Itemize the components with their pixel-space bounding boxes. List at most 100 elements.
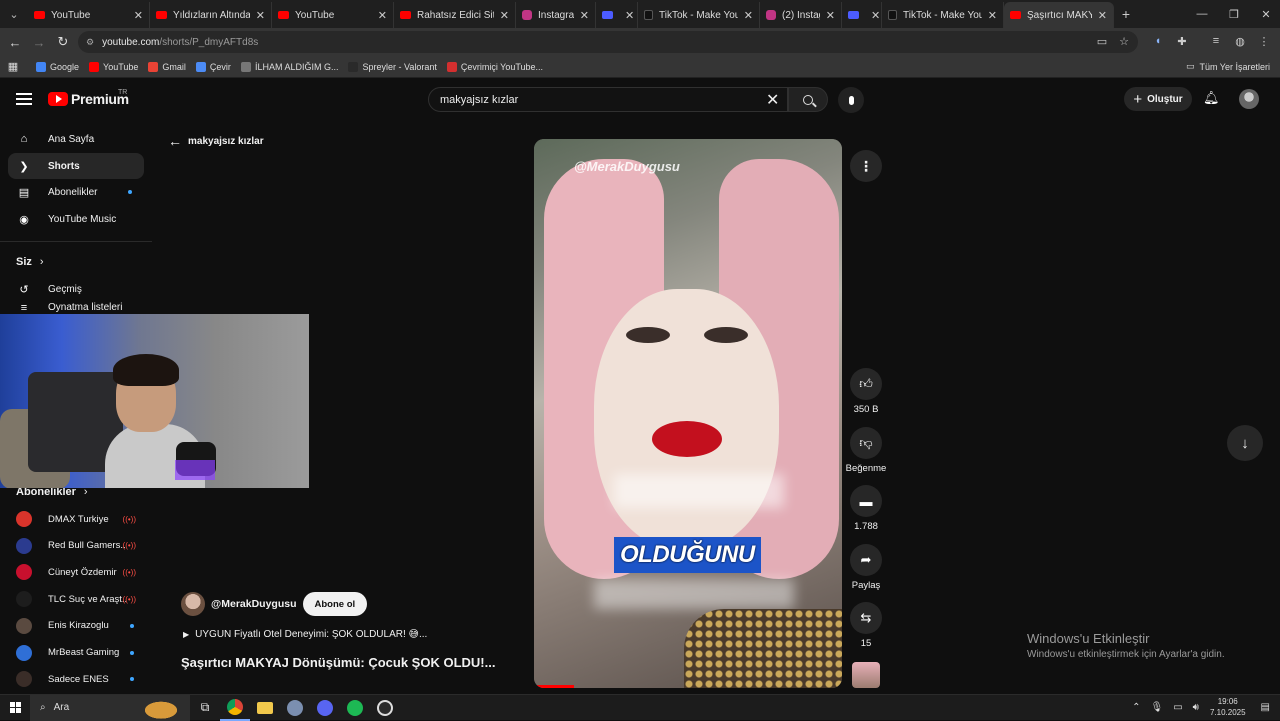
search-button[interactable] [788, 87, 828, 112]
browser-tab[interactable]: ✕ [842, 2, 882, 28]
reload-icon[interactable]: ↻ [51, 30, 75, 54]
browser-tab[interactable]: YouTube ✕ [28, 2, 150, 28]
browser-tab[interactable]: Rahatsız Edici Siteler ✕ [394, 2, 516, 28]
subscription-item[interactable]: DMAX Turkiye ((•)) [8, 507, 144, 531]
like-button[interactable]: 👍︎ [850, 368, 882, 400]
close-window-icon[interactable]: ✕ [1250, 0, 1280, 28]
close-tab-icon[interactable]: ✕ [500, 9, 509, 22]
close-tab-icon[interactable]: ✕ [1098, 9, 1107, 22]
sidebar-item-playlists[interactable]: ≡ Oynatma listeleri [8, 302, 144, 314]
taskbar-clock[interactable]: 19:06 7.10.2025 [1210, 696, 1246, 718]
chrome-taskbar-icon[interactable] [220, 695, 250, 721]
comments-button[interactable]: ▬ [850, 485, 882, 517]
bookmark-item[interactable]: İLHAM ALDIĞIM G... [240, 61, 338, 72]
close-tab-icon[interactable]: ✕ [871, 9, 880, 22]
browser-tab[interactable]: Yıldızların Altında - Se ✕ [150, 2, 272, 28]
close-tab-icon[interactable]: ✕ [988, 9, 997, 22]
browser-tab[interactable]: TikTok - Make Your D ✕ [638, 2, 760, 28]
video-progress-bar[interactable] [534, 685, 575, 688]
bookmark-item[interactable]: Çevir [195, 61, 231, 72]
profile-icon[interactable]: ◍ [1232, 33, 1248, 49]
subscription-item[interactable]: Red Bull Gamers... ((•)) [8, 534, 144, 558]
dislike-button[interactable]: 👎︎ [850, 427, 882, 459]
close-tab-icon[interactable]: ✕ [134, 9, 143, 22]
chevron-up-icon[interactable]: ⌃ [1132, 702, 1140, 713]
next-short-button[interactable]: ↓ [1227, 425, 1263, 461]
browser-tab[interactable]: ✕ [596, 2, 638, 28]
microphone-tray-icon[interactable]: 🎙︎ [1150, 702, 1163, 713]
create-button[interactable]: + Oluştur [1124, 87, 1192, 111]
apps-grid-icon[interactable]: ▦ [0, 60, 26, 73]
sidebar-you-heading[interactable]: Siz › [16, 256, 44, 268]
channel-avatar[interactable] [181, 592, 205, 616]
share-button[interactable]: ➦ [850, 544, 882, 576]
subscribe-button[interactable]: Abone ol [302, 592, 368, 616]
account-avatar[interactable] [1239, 89, 1259, 109]
tab-search-icon[interactable]: ⌄ [0, 0, 28, 28]
remix-button[interactable]: ⇆ [850, 602, 882, 634]
site-info-icon[interactable]: ⚙ [86, 37, 94, 48]
sound-thumbnail[interactable] [852, 662, 880, 688]
close-tab-icon[interactable]: ✕ [256, 9, 265, 22]
sidebar-item-subscriptions[interactable]: ▤ Abonelikler [8, 179, 144, 205]
close-tab-icon[interactable]: ✕ [826, 9, 835, 22]
browser-tab[interactable]: (2) Instagram ✕ [760, 2, 842, 28]
forward-arrow-icon[interactable]: → [27, 30, 51, 54]
related-video-link[interactable]: ▶ UYGUN Fiyatlı Otel Deneyimi: ŞOK OLDULA… [183, 629, 427, 640]
all-bookmarks[interactable]: ▭ Tüm Yer İşaretleri [1186, 61, 1270, 72]
browser-tab[interactable]: TikTok - Make Your D ✕ [882, 2, 1004, 28]
file-explorer-icon[interactable] [250, 695, 280, 721]
bookmark-item[interactable]: Çevrimiçi YouTube... [446, 61, 543, 72]
sidebar-item-youtube-music[interactable]: ◉ YouTube Music [8, 206, 144, 232]
subscription-item[interactable]: Sadece ENES [8, 667, 144, 691]
close-tab-icon[interactable]: ✕ [625, 9, 634, 22]
browser-tab[interactable]: Instagram ✕ [516, 2, 596, 28]
media-control-icon[interactable]: ≡ [1208, 33, 1224, 49]
subscription-item[interactable]: TLC Suç ve Araşt... ((•)) [8, 587, 144, 611]
sidebar-item-shorts[interactable]: ❯ Shorts [8, 153, 144, 179]
extensions-icon[interactable]: ✚ [1174, 33, 1190, 49]
youtube-premium-logo[interactable]: Premium TR [48, 89, 129, 107]
new-tab-button[interactable]: + [1114, 6, 1138, 22]
back-arrow-icon[interactable]: ← [3, 30, 27, 54]
sidebar-item-history[interactable]: ↺ Geçmiş [8, 276, 144, 302]
volume-icon[interactable]: 🔊︎ [1193, 702, 1199, 713]
start-button[interactable] [0, 695, 30, 721]
notifications-icon[interactable]: ▤ [1261, 702, 1270, 713]
install-app-icon[interactable]: ▭ [1094, 33, 1110, 49]
bookmark-item[interactable]: Spreyler - Valorant [348, 61, 437, 72]
game-app-icon[interactable] [280, 695, 310, 721]
clear-search-icon[interactable]: ✕ [766, 90, 779, 110]
browser-tab[interactable]: YouTube ✕ [272, 2, 394, 28]
spotify-icon[interactable] [340, 695, 370, 721]
voice-search-button[interactable] [838, 87, 864, 113]
close-tab-icon[interactable]: ✕ [744, 9, 753, 22]
chrome-menu-icon[interactable]: ⋮ [1256, 33, 1272, 49]
close-tab-icon[interactable]: ✕ [580, 9, 589, 22]
restore-icon[interactable]: ❐ [1218, 0, 1250, 28]
extension-media-icon[interactable]: ◖ [1150, 33, 1166, 49]
bookmark-item[interactable]: Gmail [148, 61, 186, 72]
notifications-bell-icon[interactable]: 🔔︎ [1203, 90, 1220, 106]
hamburger-menu-icon[interactable] [16, 93, 32, 105]
back-to-search-button[interactable]: ← makyajsız kızlar [168, 133, 264, 149]
more-options-button[interactable]: ⋮ [850, 150, 882, 182]
close-tab-icon[interactable]: ✕ [378, 9, 387, 22]
network-icon[interactable]: ▭ [1173, 702, 1182, 713]
taskbar-search[interactable]: ⌕ Ara [30, 694, 190, 721]
task-view-icon[interactable]: ⧉ [190, 695, 220, 721]
bookmark-item[interactable]: YouTube [89, 61, 138, 72]
obs-icon[interactable] [370, 695, 400, 721]
discord-icon[interactable] [310, 695, 340, 721]
browser-tab[interactable]: Şaşırtıcı MAKYAJ ✕ [1004, 2, 1114, 28]
subscription-item[interactable]: MrBeast Gaming [8, 641, 144, 665]
bookmark-item[interactable]: Google [36, 61, 79, 72]
minimize-icon[interactable]: — [1186, 0, 1218, 28]
sidebar-item-home[interactable]: ⌂ Ana Sayfa [8, 126, 144, 152]
subscription-item[interactable]: Cüneyt Özdemir ((•)) [8, 560, 144, 584]
bookmark-star-icon[interactable]: ☆ [1116, 33, 1132, 49]
address-bar[interactable]: ⚙ youtube.com/shorts/P_dmyAFTd8s [78, 31, 1138, 53]
subscription-item[interactable]: Enis Kirazoglu [8, 614, 144, 638]
channel-name[interactable]: @MerakDuygusu [211, 598, 297, 610]
short-video-player[interactable]: @MerakDuygusu OLDUĞUNU [534, 139, 842, 688]
